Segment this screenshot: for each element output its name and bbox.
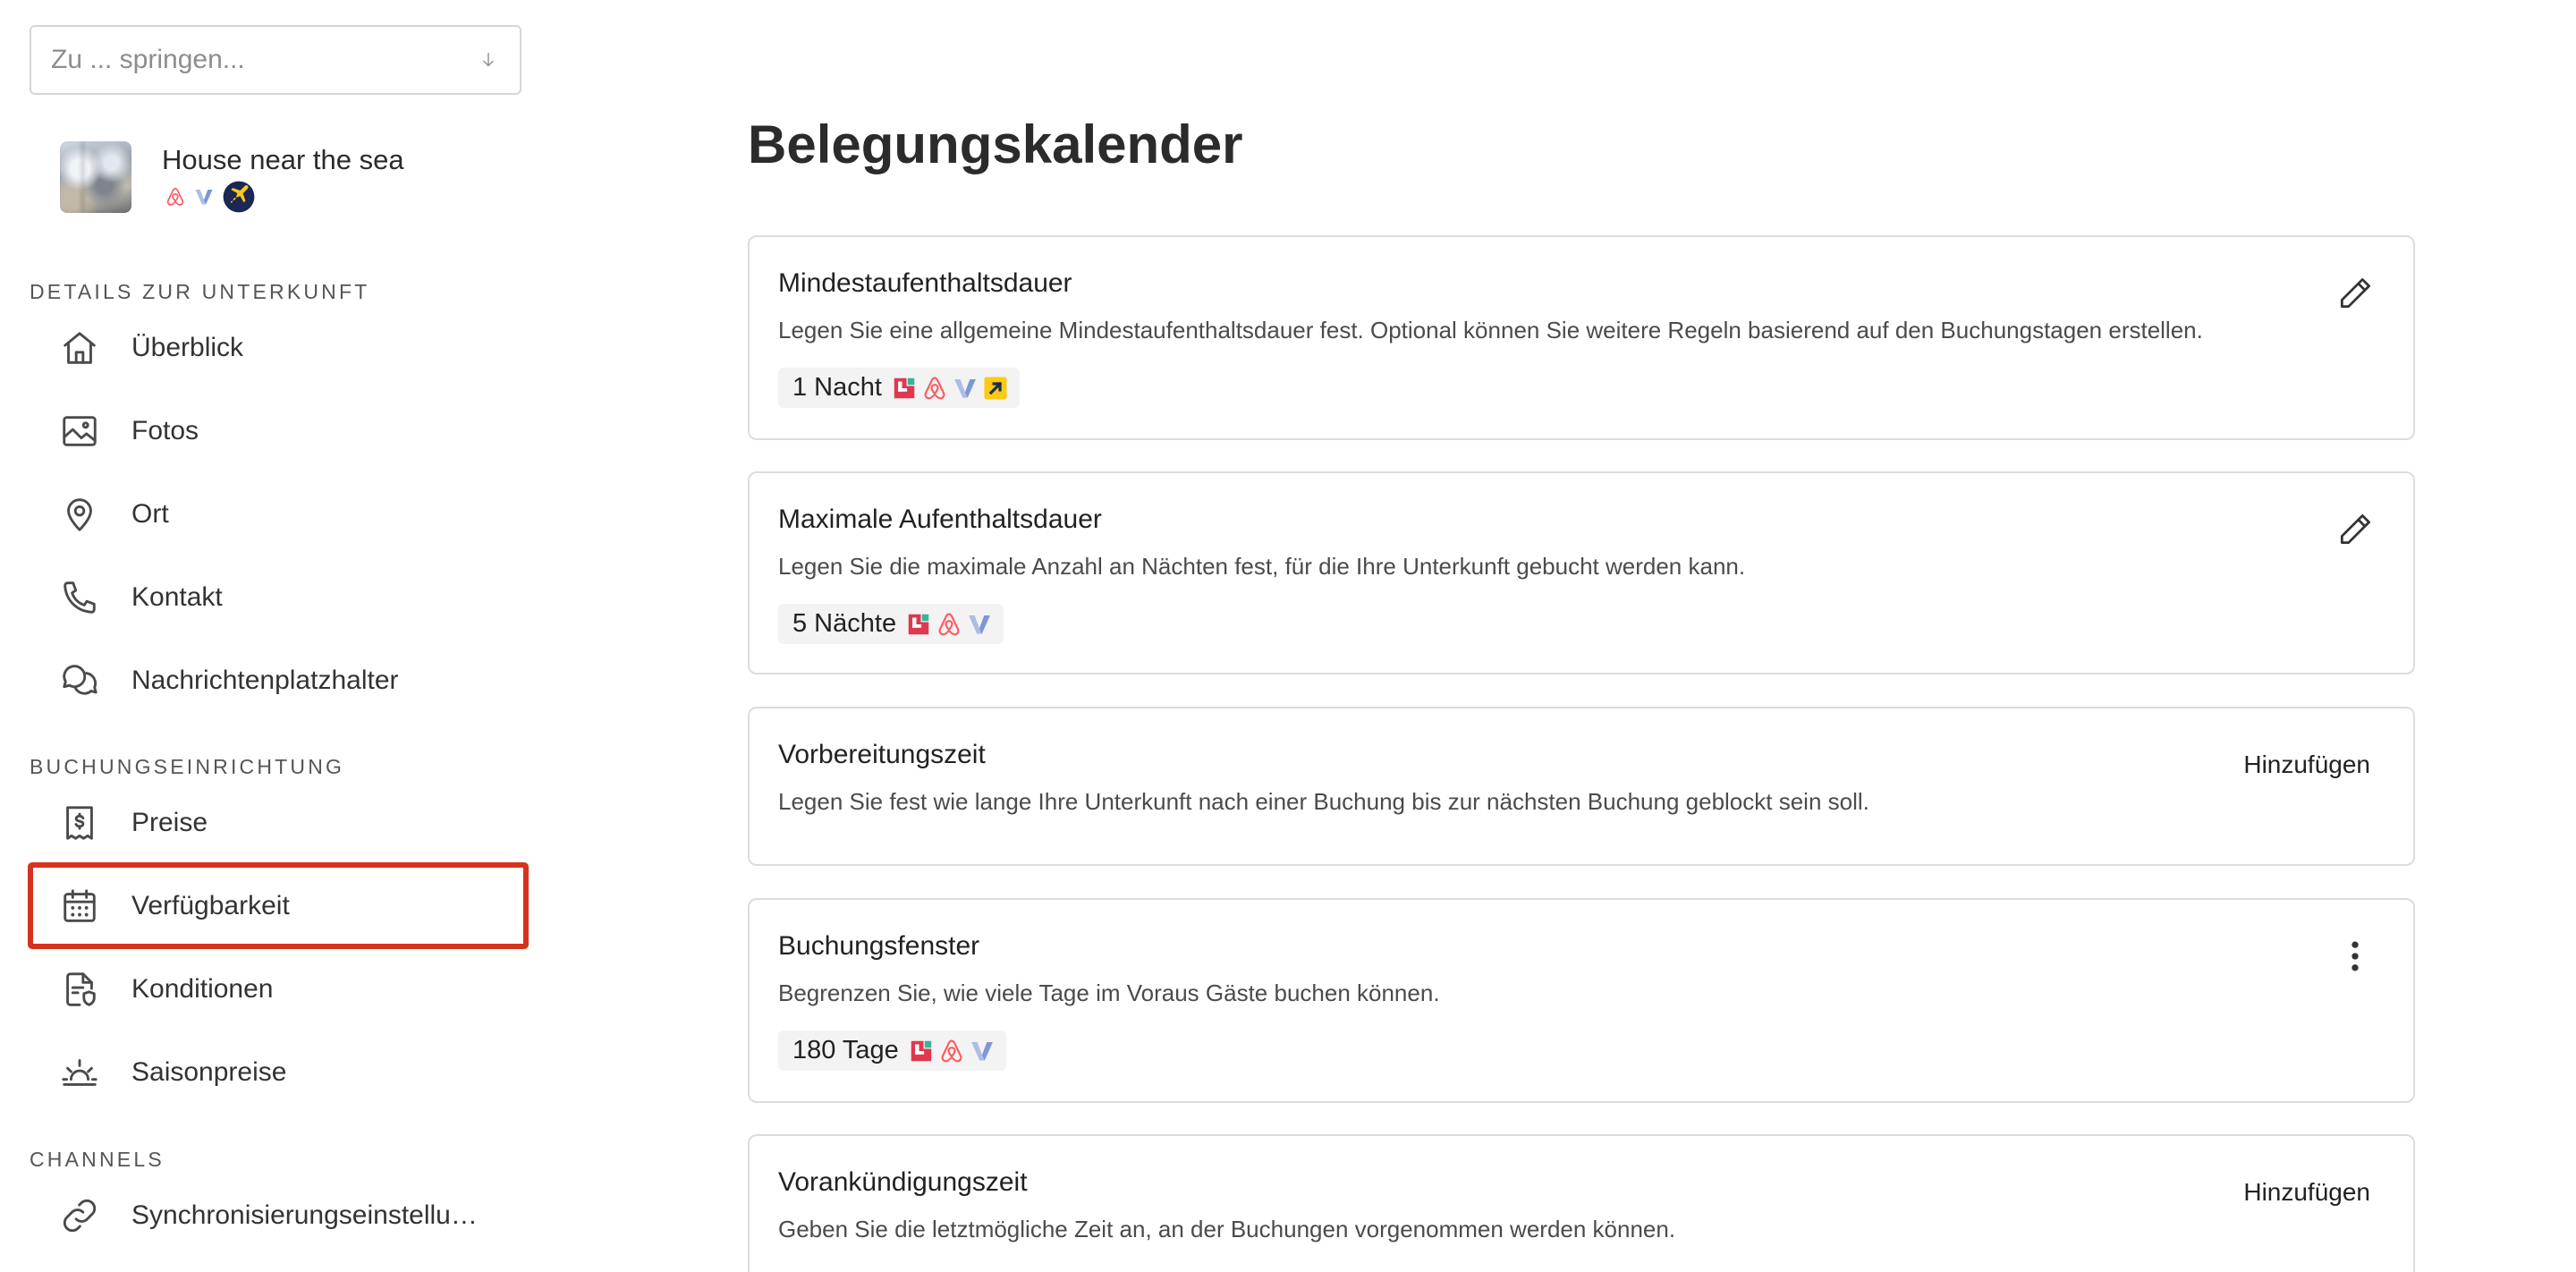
card-description: Geben Sie die letztmögliche Zeit an, an … bbox=[778, 1216, 1676, 1242]
section-booking: BUCHUNGSEINRICHTUNG Preise Verfügbarkeit… bbox=[28, 752, 529, 1114]
setting-card-preparation-time: Vorbereitungszeit Legen Sie fest wie lan… bbox=[748, 707, 2415, 866]
badge-channel-icons bbox=[891, 375, 1009, 402]
sidebar-item-kontakt[interactable]: Kontakt bbox=[30, 555, 527, 639]
vrbo-icon bbox=[969, 1038, 996, 1064]
home-icon bbox=[59, 327, 100, 369]
pencil-icon bbox=[2335, 274, 2375, 313]
add-button[interactable]: Hinzufügen bbox=[2243, 747, 2370, 783]
expedia-square-icon bbox=[982, 375, 1009, 402]
vrbo-icon bbox=[193, 186, 215, 208]
airbnb-icon bbox=[921, 375, 948, 402]
document-shield-icon bbox=[59, 969, 100, 1010]
sidebar-item-label: Nachrichtenplatzhalter bbox=[131, 665, 399, 695]
sidebar-item-ort[interactable]: Ort bbox=[30, 472, 527, 555]
sidebar-item-label: Fotos bbox=[131, 415, 199, 445]
badge-value: 180 Tage bbox=[792, 1036, 899, 1064]
add-button[interactable]: Hinzufügen bbox=[2243, 1174, 2370, 1210]
card-title: Vorankündigungszeit bbox=[778, 1167, 1028, 1197]
sidebar-item-label: Preise bbox=[131, 807, 208, 837]
setting-card-booking-window: Buchungsfenster Begrenzen Sie, wie viele… bbox=[748, 898, 2415, 1103]
section-channels: CHANNELS Synchronisierungseinstellu… bbox=[30, 1145, 527, 1257]
more-vertical-icon bbox=[2335, 937, 2375, 976]
badge-value: 5 Nächte bbox=[792, 609, 897, 638]
setting-card-advance-notice: Vorankündigungszeit Geben Sie die letztm… bbox=[748, 1134, 2415, 1272]
page-title: Belegungskalender bbox=[748, 114, 1243, 174]
property-channel-icons bbox=[165, 180, 256, 214]
sidebar-item-konditionen[interactable]: Konditionen bbox=[30, 947, 527, 1030]
badge-channel-icons bbox=[905, 611, 993, 638]
sidebar-item-ueberblick[interactable]: Überblick bbox=[30, 306, 527, 389]
card-description: Legen Sie fest wie lange Ihre Unterkunft… bbox=[778, 788, 1869, 815]
sidebar-item-label: Kontakt bbox=[131, 581, 223, 612]
card-title: Maximale Aufenthaltsdauer bbox=[778, 505, 1102, 534]
section-title-details: DETAILS ZUR UNTERKUNFT bbox=[30, 280, 370, 303]
image-icon bbox=[59, 411, 100, 452]
phone-icon bbox=[59, 577, 100, 618]
sidebar-item-nachrichtenplatzhalter[interactable]: Nachrichtenplatzhalter bbox=[30, 639, 527, 722]
sidebar-item-preise[interactable]: Preise bbox=[30, 781, 527, 864]
sidebar-item-label: Ort bbox=[131, 498, 169, 529]
channel-red-icon bbox=[891, 375, 918, 402]
badge-value: 1 Nacht bbox=[792, 373, 882, 402]
calendar-icon bbox=[59, 886, 100, 927]
card-title: Mindestaufenthaltsdauer bbox=[778, 268, 1072, 298]
vrbo-icon bbox=[952, 375, 979, 402]
airbnb-icon bbox=[936, 611, 962, 638]
vrbo-icon bbox=[966, 611, 993, 638]
sidebar-item-saisonpreise[interactable]: Saisonpreise bbox=[30, 1030, 527, 1114]
setting-card-max-stay: Maximale Aufenthaltsdauer Legen Sie die … bbox=[748, 471, 2415, 674]
sidebar-item-sync-settings[interactable]: Synchronisierungseinstellu… bbox=[30, 1174, 527, 1257]
sunrise-icon bbox=[59, 1052, 100, 1093]
airbnb-icon bbox=[165, 186, 186, 208]
arrow-down-icon bbox=[479, 50, 498, 70]
card-title: Vorbereitungszeit bbox=[778, 740, 986, 769]
sidebar-item-label: Saisonpreise bbox=[131, 1056, 287, 1087]
section-details: DETAILS ZUR UNTERKUNFT Überblick Fotos O… bbox=[30, 277, 527, 722]
chat-bubbles-icon bbox=[59, 660, 100, 701]
more-options-button[interactable] bbox=[2335, 937, 2375, 976]
section-title-booking: BUCHUNGSEINRICHTUNG bbox=[30, 755, 345, 778]
edit-button[interactable] bbox=[2335, 274, 2375, 313]
value-badge: 5 Nächte bbox=[778, 604, 1004, 644]
badge-channel-icons bbox=[908, 1038, 996, 1064]
edit-button[interactable] bbox=[2335, 510, 2375, 549]
jump-to-input[interactable] bbox=[31, 27, 520, 93]
value-badge: 1 Nacht bbox=[778, 368, 1020, 408]
channel-red-icon bbox=[905, 611, 932, 638]
sidebar-item-verfuegbarkeit[interactable]: Verfügbarkeit bbox=[28, 862, 529, 949]
property-thumbnail bbox=[60, 141, 131, 213]
card-description: Legen Sie eine allgemeine Mindestaufenth… bbox=[778, 317, 2203, 343]
map-pin-icon bbox=[59, 494, 100, 535]
section-title-channels: CHANNELS bbox=[30, 1148, 165, 1171]
value-badge: 180 Tage bbox=[778, 1030, 1006, 1071]
jump-to-select[interactable] bbox=[30, 25, 521, 95]
sidebar-item-label: Überblick bbox=[131, 332, 244, 362]
setting-card-min-stay: Mindestaufenthaltsdauer Legen Sie eine a… bbox=[748, 235, 2415, 440]
pencil-icon bbox=[2335, 510, 2375, 549]
card-description: Legen Sie die maximale Anzahl an Nächten… bbox=[778, 553, 1746, 580]
card-description: Begrenzen Sie, wie viele Tage im Voraus … bbox=[778, 979, 1440, 1006]
property-name: House near the sea bbox=[162, 144, 404, 175]
airbnb-icon bbox=[938, 1038, 965, 1064]
link-icon bbox=[59, 1195, 100, 1236]
card-title: Buchungsfenster bbox=[778, 931, 980, 961]
sidebar-item-label: Synchronisierungseinstellu… bbox=[131, 1200, 478, 1230]
price-receipt-icon bbox=[59, 802, 100, 844]
sidebar-item-label: Konditionen bbox=[131, 973, 274, 1004]
expedia-circle-icon bbox=[222, 180, 256, 214]
sidebar-item-label: Verfügbarkeit bbox=[131, 890, 290, 920]
sidebar-item-fotos[interactable]: Fotos bbox=[30, 389, 527, 472]
channel-red-icon bbox=[908, 1038, 935, 1064]
